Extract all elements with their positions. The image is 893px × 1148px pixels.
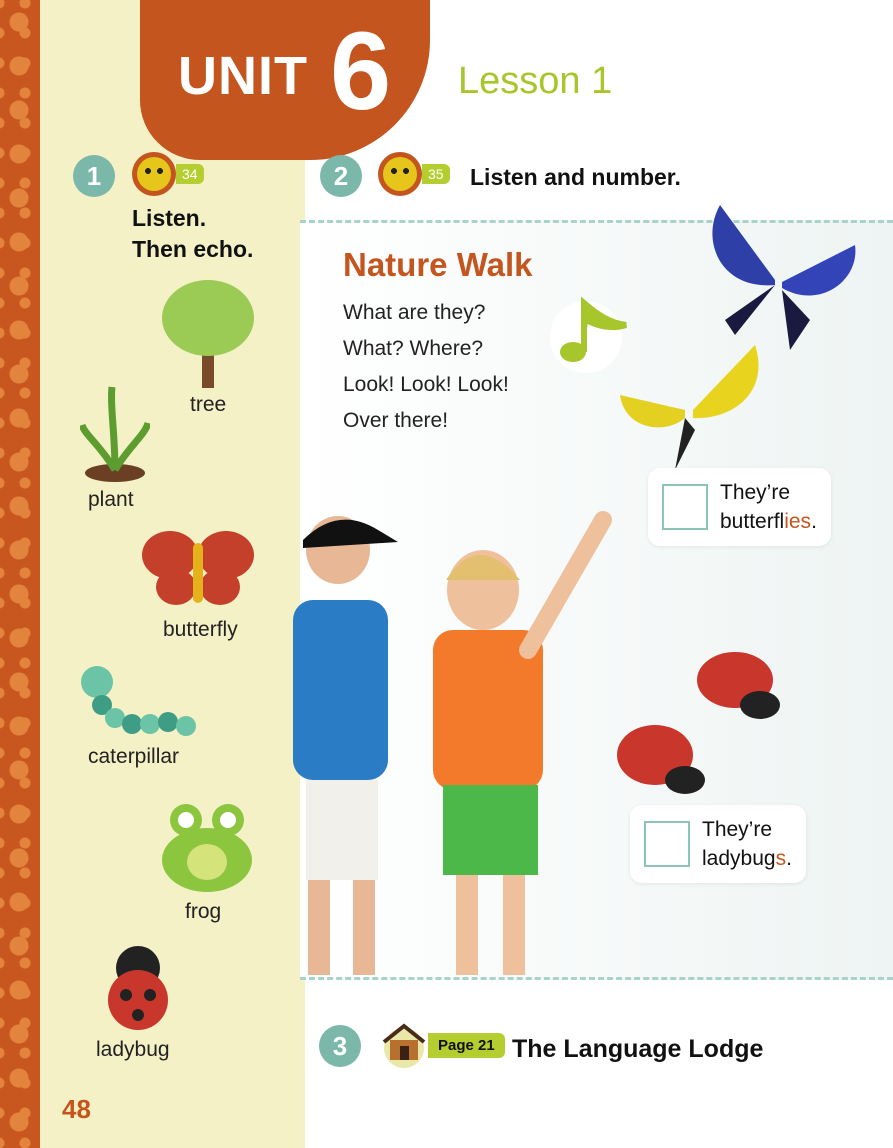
- vocab-tree[interactable]: tree: [190, 393, 226, 417]
- activity-2-instruction: Listen and number.: [470, 164, 681, 190]
- activity-2-number: 2: [320, 155, 362, 197]
- tree-icon: [162, 280, 254, 388]
- audio-track-34[interactable]: 34: [132, 152, 204, 196]
- caterpillar-icon: [81, 666, 196, 736]
- answer-word: butterfl: [720, 510, 785, 533]
- answer-card-ladybugs: They’re ladybugs.: [630, 805, 806, 883]
- vocab-caterpillar[interactable]: caterpillar: [88, 745, 179, 769]
- activity-1-number: 1: [73, 155, 115, 197]
- answer-text: They’re ladybugs.: [702, 815, 792, 873]
- answer-card-butterflies: They’re butterflies.: [648, 468, 831, 546]
- answer-word: ladybug: [702, 847, 776, 870]
- plural-suffix: s: [775, 847, 787, 870]
- blue-butterfly-image: [712, 205, 856, 350]
- song-line: What are they?: [343, 301, 486, 324]
- yellow-butterfly-image: [620, 345, 759, 470]
- song-lyrics: What are they? What? Where? Look! Look! …: [343, 295, 509, 439]
- answer-line: They’re: [720, 481, 791, 504]
- audio-track-35[interactable]: 35: [378, 152, 450, 196]
- track-number: 34: [176, 164, 204, 184]
- plural-suffix: ies: [784, 510, 812, 533]
- ladybug-icon: [108, 946, 168, 1030]
- lesson-title: Lesson 1: [458, 60, 613, 102]
- answer-text: They’re butterflies.: [720, 478, 817, 536]
- page-number: 48: [62, 1094, 91, 1124]
- frog-icon: [162, 804, 252, 892]
- vocab-butterfly[interactable]: butterfly: [163, 618, 238, 642]
- plant-icon: [80, 386, 150, 482]
- instruction-line: Then echo.: [132, 236, 254, 262]
- period: .: [786, 847, 792, 870]
- vocab-plant[interactable]: plant: [88, 488, 134, 512]
- lodge-house-icon: [382, 1023, 426, 1068]
- answer-checkbox[interactable]: [644, 821, 690, 867]
- vocab-ladybug[interactable]: ladybug: [96, 1038, 170, 1062]
- activity-3-title: The Language Lodge: [512, 1035, 764, 1063]
- activity-1-instruction: Listen. Then echo.: [132, 203, 253, 265]
- answer-line: They’re: [702, 818, 773, 841]
- dog-audio-icon: [378, 152, 422, 196]
- ladybugs-image: [617, 652, 780, 794]
- song-line: What? Where?: [343, 337, 484, 360]
- song-line: Look! Look! Look!: [343, 373, 509, 396]
- song-title: Nature Walk: [343, 246, 533, 283]
- period: .: [811, 510, 817, 533]
- butterfly-icon: [142, 531, 254, 605]
- unit-label: UNIT: [178, 46, 308, 106]
- instruction-line: Listen.: [132, 205, 207, 231]
- children-photo: [293, 511, 612, 975]
- track-number: 35: [422, 164, 450, 184]
- language-lodge-link[interactable]: Page 21: [380, 1022, 505, 1068]
- page-reference-badge: Page 21: [428, 1032, 505, 1058]
- activity-3-number: 3: [319, 1025, 361, 1067]
- song-line: Over there!: [343, 409, 449, 432]
- dog-audio-icon: [132, 152, 176, 196]
- answer-checkbox[interactable]: [662, 484, 708, 530]
- vocab-frog[interactable]: frog: [185, 900, 221, 924]
- unit-number: 6: [330, 10, 392, 133]
